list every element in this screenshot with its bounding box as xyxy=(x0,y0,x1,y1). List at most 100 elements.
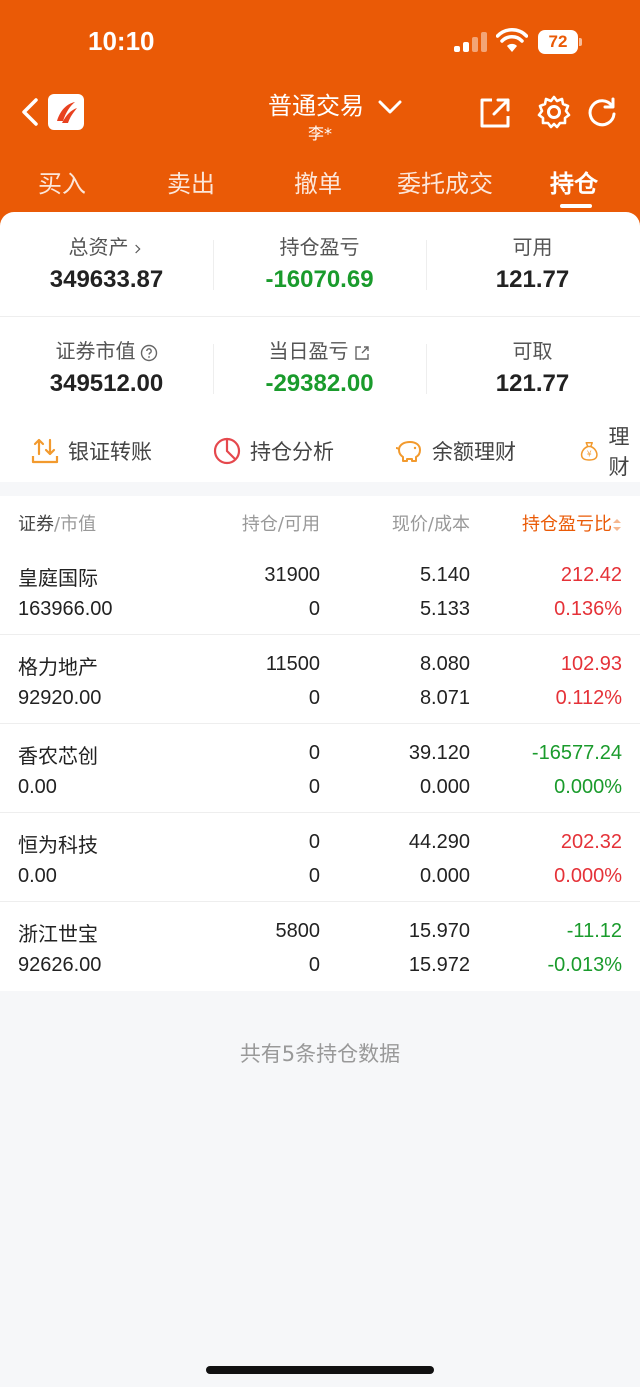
total-assets-value: 349633.87 xyxy=(49,266,164,293)
withdrawable-funds: 可取 121.77 xyxy=(426,338,639,398)
chevron-down-icon[interactable] xyxy=(376,96,404,118)
col-market-value: 市值 xyxy=(60,514,97,535)
market-value-value: 349512.00 xyxy=(49,370,164,397)
table-row[interactable]: 皇庭国际 163966.00 31900 0 5.140 5.133 212.4… xyxy=(0,546,640,635)
gear-icon[interactable] xyxy=(536,94,572,130)
withdrawable-label: 可取 xyxy=(512,339,553,363)
cellular-signal-icon xyxy=(454,32,488,52)
help-icon[interactable] xyxy=(140,344,158,362)
share-icon[interactable] xyxy=(478,96,512,130)
chevron-right-icon xyxy=(134,244,141,253)
stock-holding: 0 xyxy=(308,831,320,853)
stock-pl: 202.32 xyxy=(560,831,622,853)
stock-name: 恒为科技 xyxy=(18,833,98,857)
app-header: 10:10 72 普通交易 李* 买入 卖出 撤单 委托成交 持仓 xyxy=(0,0,640,232)
stock-pl: 212.42 xyxy=(560,564,622,586)
refresh-icon[interactable] xyxy=(584,94,620,130)
col-available: 可用 xyxy=(284,514,320,535)
total-assets-label: 总资产 xyxy=(68,235,129,259)
withdrawable-value: 121.77 xyxy=(495,370,570,397)
table-row[interactable]: 浙江世宝 92626.00 5800 0 15.970 15.972 -11.1… xyxy=(0,902,640,991)
table-row[interactable]: 恒为科技 0.00 0 0 44.290 0.000 202.32 0.000% xyxy=(0,813,640,902)
sort-pl-ratio[interactable]: 持仓盈亏比 xyxy=(522,510,622,536)
broker-logo xyxy=(48,94,84,130)
available-label: 可用 xyxy=(512,235,553,259)
tab-orders[interactable]: 委托成交 xyxy=(397,164,493,199)
stock-cost: 8.071 xyxy=(419,687,470,709)
stock-available: 0 xyxy=(308,954,320,976)
stock-market-value: 0.00 xyxy=(18,776,57,798)
stock-price: 15.970 xyxy=(408,920,470,942)
position-analysis-button[interactable]: 持仓分析 xyxy=(212,434,334,468)
stock-name: 皇庭国际 xyxy=(18,566,98,590)
col-holding-available: 持仓/可用 xyxy=(241,514,320,535)
wealth-management-label: 理财 xyxy=(608,425,630,479)
tab-positions[interactable]: 持仓 xyxy=(550,164,598,199)
stock-holding: 31900 xyxy=(264,564,320,586)
wealth-management-button[interactable]: ¥ 理财 xyxy=(578,425,640,479)
svg-text:¥: ¥ xyxy=(587,449,592,458)
stock-pl: 102.93 xyxy=(560,653,622,675)
available-funds: 可用 121.77 xyxy=(426,234,639,294)
positions-count-note: 共有5条持仓数据 xyxy=(239,1042,401,1066)
external-link-icon[interactable] xyxy=(353,344,371,362)
pie-chart-icon xyxy=(213,437,241,465)
stock-available: 0 xyxy=(308,865,320,887)
stock-available: 0 xyxy=(308,687,320,709)
transfer-icon xyxy=(31,438,59,464)
stock-name: 香农芯创 xyxy=(18,744,98,768)
col-pl-ratio: 持仓盈亏比 xyxy=(522,514,612,535)
market-value[interactable]: 证券市值 349512.00 xyxy=(0,338,213,398)
col-cost: 成本 xyxy=(434,514,470,535)
stock-price: 39.120 xyxy=(408,742,470,764)
stock-available: 0 xyxy=(308,598,320,620)
asset-summary: 总资产 349633.87 持仓盈亏 -16070.69 可用 121.77 证… xyxy=(0,212,640,482)
position-pl: 持仓盈亏 -16070.69 xyxy=(213,234,426,294)
stock-holding: 0 xyxy=(308,742,320,764)
battery-indicator: 72 xyxy=(538,30,578,54)
stock-pl-pct: 0.112% xyxy=(555,687,622,709)
stock-price: 5.140 xyxy=(419,564,470,586)
stock-market-value: 163966.00 xyxy=(18,598,113,620)
sort-icon xyxy=(613,519,621,531)
daily-pl[interactable]: 当日盈亏 -29382.00 xyxy=(213,338,426,398)
active-tab-indicator xyxy=(560,204,592,208)
positions-table-header: 证券/市值 持仓/可用 现价/成本 持仓盈亏比 xyxy=(0,496,640,546)
total-assets[interactable]: 总资产 349633.87 xyxy=(0,234,213,294)
stock-market-value: 92626.00 xyxy=(18,954,102,976)
tab-cancel[interactable]: 撤单 xyxy=(294,164,342,199)
stock-pl: -16577.24 xyxy=(531,742,622,764)
stock-pl-pct: -0.013% xyxy=(547,954,623,976)
page-title[interactable]: 普通交易 xyxy=(268,86,364,121)
stock-pl-pct: 0.136% xyxy=(554,598,622,620)
stock-market-value: 0.00 xyxy=(18,865,57,887)
status-time: 10:10 xyxy=(88,26,155,56)
stock-pl-pct: 0.000% xyxy=(554,865,622,887)
balance-wealth-button[interactable]: 余额理财 xyxy=(394,434,516,468)
stock-cost: 5.133 xyxy=(419,598,470,620)
battery-tip xyxy=(579,38,582,46)
table-row[interactable]: 格力地产 92920.00 11500 0 8.080 8.071 102.93… xyxy=(0,635,640,724)
market-value-label: 证券市值 xyxy=(55,339,136,363)
bank-transfer-label: 银证转账 xyxy=(68,440,152,464)
col-holding: 持仓 xyxy=(241,514,278,535)
col-security: 证券 xyxy=(18,514,54,535)
daily-pl-label: 当日盈亏 xyxy=(268,339,349,363)
tab-sell[interactable]: 卖出 xyxy=(167,164,215,199)
stock-pl-pct: 0.000% xyxy=(554,776,622,798)
stock-cost: 0.000 xyxy=(419,776,470,798)
stock-pl: -11.12 xyxy=(566,920,622,942)
col-security-market-value: 证券/市值 xyxy=(18,514,97,535)
stock-price: 44.290 xyxy=(408,831,470,853)
wifi-icon xyxy=(496,28,528,52)
stock-name: 格力地产 xyxy=(18,655,98,679)
stock-cost: 0.000 xyxy=(419,865,470,887)
back-button[interactable] xyxy=(16,94,44,130)
table-row[interactable]: 香农芯创 0.00 0 0 39.120 0.000 -16577.24 0.0… xyxy=(0,724,640,813)
stock-holding: 11500 xyxy=(265,653,320,675)
stock-holding: 5800 xyxy=(275,920,321,942)
stock-cost: 15.972 xyxy=(408,954,470,976)
daily-pl-value: -29382.00 xyxy=(265,370,374,397)
tab-buy[interactable]: 买入 xyxy=(38,164,86,199)
bank-transfer-button[interactable]: 银证转账 xyxy=(30,434,152,468)
